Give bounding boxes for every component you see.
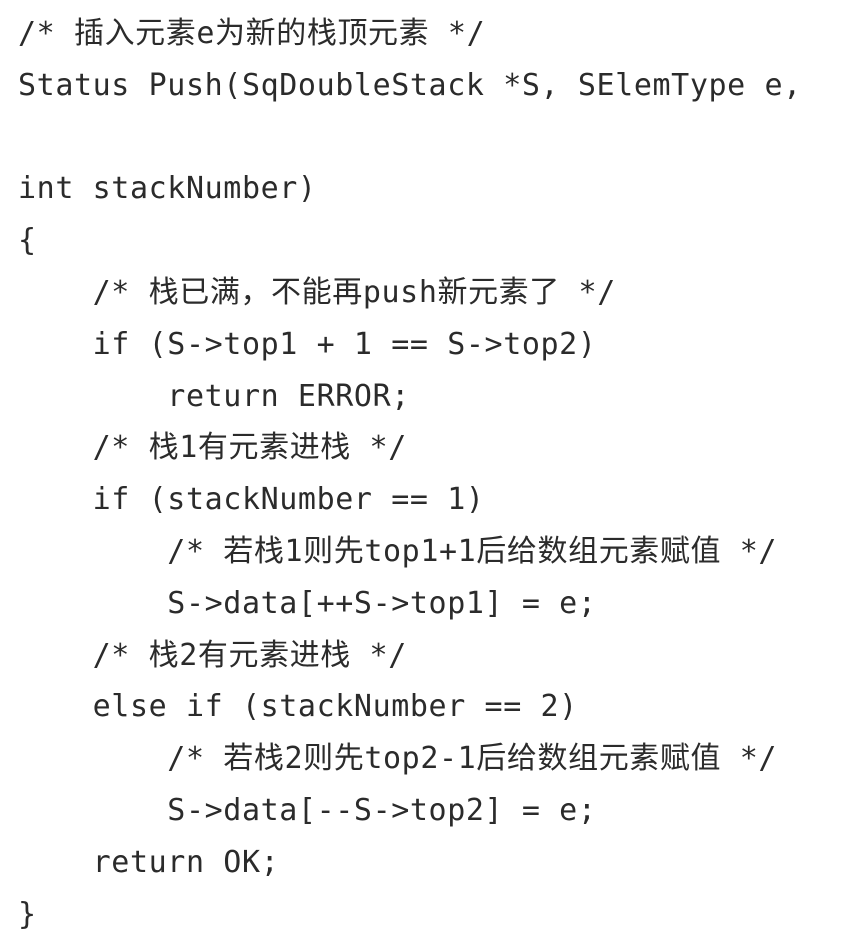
code-line-assignment: S->data[--S->top2] = e; xyxy=(18,792,597,828)
code-line-comment: /* 若栈1则先top1+1后给数组元素赋值 */ xyxy=(18,533,778,569)
code-line-comment: /* 栈1有元素进栈 */ xyxy=(18,430,407,466)
code-line-comment: /* 若栈2则先top2-1后给数组元素赋值 */ xyxy=(18,741,778,777)
code-line-if: if (stackNumber == 1) xyxy=(18,482,485,518)
code-line-close-brace: } xyxy=(18,896,37,932)
code-line-open-brace: { xyxy=(18,223,37,259)
code-line-if: if (S->top1 + 1 == S->top2) xyxy=(18,326,597,362)
code-line-function-signature: Status Push(SqDoubleStack *S, SElemType … xyxy=(18,67,802,103)
code-line-else-if: else if (stackNumber == 2) xyxy=(18,689,578,725)
code-line-parameter: int stackNumber) xyxy=(18,171,317,207)
code-line-comment: /* 栈2有元素进栈 */ xyxy=(18,637,407,673)
code-line-assignment: S->data[++S->top1] = e; xyxy=(18,585,597,621)
code-line-return: return OK; xyxy=(18,844,280,880)
code-block: /* 插入元素e为新的栈顶元素 */ Status Push(SqDoubleS… xyxy=(0,0,861,940)
code-line-return: return ERROR; xyxy=(18,378,410,414)
code-line-comment: /* 栈已满，不能再push新元素了 */ xyxy=(18,274,616,310)
code-line-comment: /* 插入元素e为新的栈顶元素 */ xyxy=(18,16,486,51)
